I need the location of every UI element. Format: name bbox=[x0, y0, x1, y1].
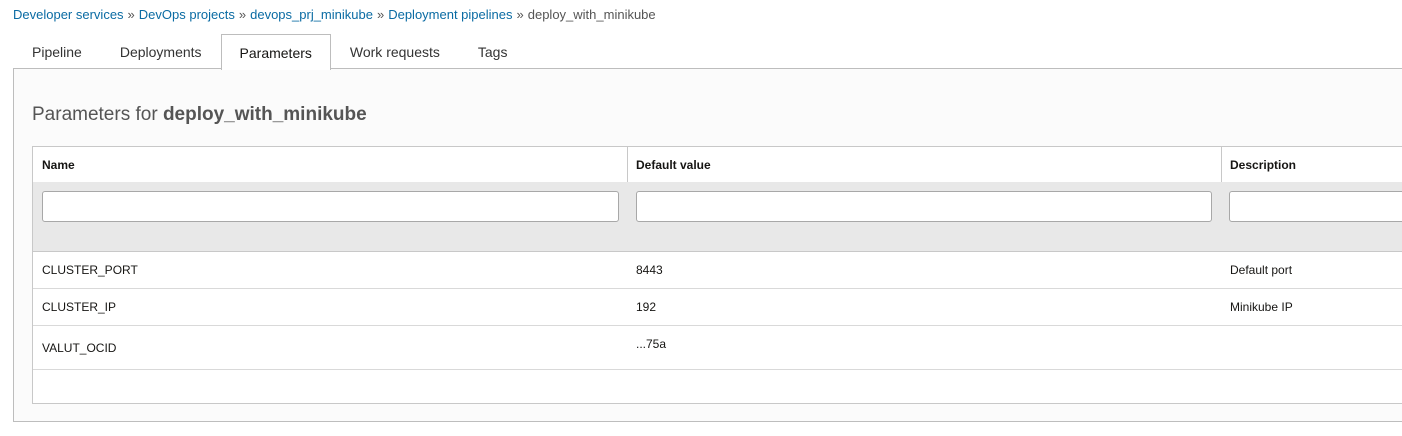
breadcrumb: Developer services» DevOps projects» devop… bbox=[13, 7, 656, 23]
parameters-table: Name Default value Description CLUSTER_P… bbox=[32, 146, 1402, 404]
breadcrumb-separator: » bbox=[238, 7, 247, 22]
column-header-default-value[interactable]: Default value bbox=[627, 147, 1221, 182]
column-header-description[interactable]: Description bbox=[1221, 147, 1402, 182]
breadcrumb-separator: » bbox=[376, 7, 385, 22]
table-row: CLUSTER_IP 192 Minikube IP bbox=[33, 289, 1402, 326]
tab-bar: Pipeline Deployments Parameters Work req… bbox=[13, 34, 527, 70]
parameter-default-value: 192 bbox=[636, 300, 657, 314]
breadcrumb-separator: » bbox=[516, 7, 524, 22]
breadcrumb-link-project[interactable]: devops_prj_minikube bbox=[250, 7, 373, 22]
description-filter-input[interactable] bbox=[1229, 191, 1402, 222]
filter-row bbox=[33, 182, 1402, 252]
tab-work-requests[interactable]: Work requests bbox=[331, 34, 459, 69]
parameter-name: VALUT_OCID bbox=[42, 340, 117, 355]
table-header: Name Default value Description bbox=[33, 147, 1402, 183]
breadcrumb-link-deployment-pipelines[interactable]: Deployment pipelines bbox=[388, 7, 512, 22]
breadcrumb-current: deploy_with_minikube bbox=[527, 7, 656, 22]
breadcrumb-link-developer-services[interactable]: Developer services bbox=[13, 7, 124, 22]
page-title: Parameters for deploy_with_minikube bbox=[32, 104, 367, 126]
parameter-default-value: 8443 bbox=[636, 263, 663, 277]
parameter-description bbox=[1221, 326, 1402, 369]
parameter-default-value-text: ...75a bbox=[636, 337, 667, 351]
page-title-prefix: Parameters for bbox=[32, 104, 158, 125]
tab-parameters[interactable]: Parameters bbox=[220, 34, 331, 70]
table-row: CLUSTER_PORT 8443 Default port bbox=[33, 252, 1402, 289]
parameter-description: Default port bbox=[1230, 263, 1293, 277]
default-value-filter-input[interactable] bbox=[636, 191, 1212, 222]
tab-pipeline[interactable]: Pipeline bbox=[13, 34, 101, 69]
tab-tags[interactable]: Tags bbox=[459, 34, 527, 69]
parameter-name: CLUSTER_PORT bbox=[42, 263, 138, 277]
breadcrumb-separator: » bbox=[127, 7, 135, 22]
parameter-default-value: ...75a bbox=[627, 326, 1221, 369]
breadcrumb-link-devops-projects[interactable]: DevOps projects bbox=[139, 7, 235, 22]
table-row: VALUT_OCID ...75a bbox=[33, 326, 1402, 370]
page-title-pipeline-name: deploy_with_minikube bbox=[162, 104, 367, 125]
parameter-name: CLUSTER_IP bbox=[42, 300, 117, 314]
parameter-description: Minikube IP bbox=[1230, 300, 1293, 314]
column-header-name[interactable]: Name bbox=[33, 147, 627, 182]
name-filter-input[interactable] bbox=[42, 191, 619, 222]
tab-deployments[interactable]: Deployments bbox=[101, 34, 221, 69]
